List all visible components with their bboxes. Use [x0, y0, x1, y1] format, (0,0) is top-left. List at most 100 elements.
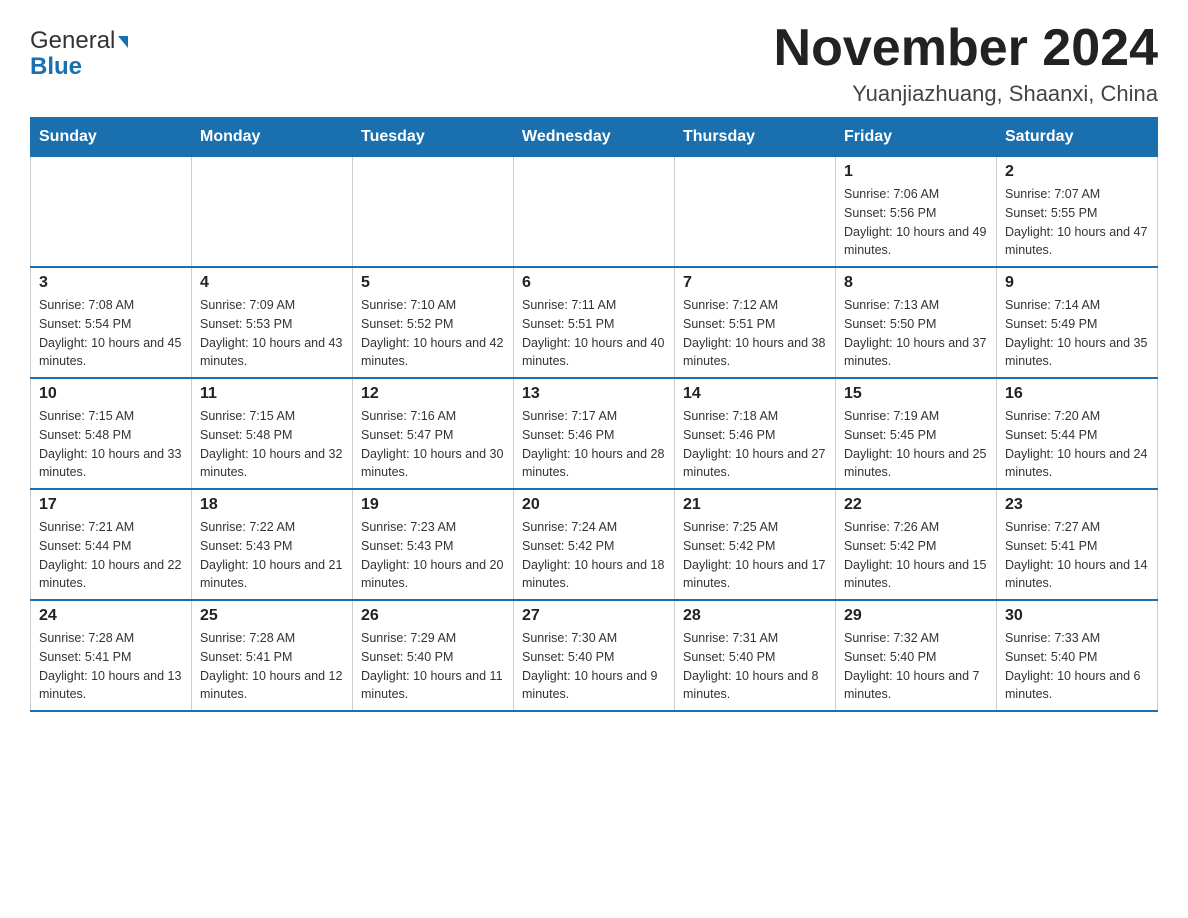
table-cell: 13 Sunrise: 7:17 AMSunset: 5:46 PMDayligh… — [514, 378, 675, 489]
table-cell: 3 Sunrise: 7:08 AMSunset: 5:54 PMDaylight… — [31, 267, 192, 378]
day-number: 14 — [683, 385, 827, 403]
header-saturday: Saturday — [997, 118, 1158, 157]
day-info: Sunrise: 7:18 AMSunset: 5:46 PMDaylight:… — [683, 407, 827, 482]
logo: General Blue — [30, 28, 128, 81]
day-info: Sunrise: 7:14 AMSunset: 5:49 PMDaylight:… — [1005, 296, 1149, 371]
week-row-3: 10 Sunrise: 7:15 AMSunset: 5:48 PMDayligh… — [31, 378, 1158, 489]
day-number: 10 — [39, 385, 183, 403]
table-cell: 26 Sunrise: 7:29 AMSunset: 5:40 PMDayligh… — [353, 600, 514, 711]
day-info: Sunrise: 7:28 AMSunset: 5:41 PMDaylight:… — [39, 629, 183, 704]
table-cell: 6 Sunrise: 7:11 AMSunset: 5:51 PMDaylight… — [514, 267, 675, 378]
title-area: November 2024 Yuanjiazhuang, Shaanxi, Ch… — [774, 20, 1158, 107]
day-number: 22 — [844, 496, 988, 514]
day-info: Sunrise: 7:09 AMSunset: 5:53 PMDaylight:… — [200, 296, 344, 371]
day-info: Sunrise: 7:21 AMSunset: 5:44 PMDaylight:… — [39, 518, 183, 593]
table-cell: 21 Sunrise: 7:25 AMSunset: 5:42 PMDayligh… — [675, 489, 836, 600]
table-cell: 16 Sunrise: 7:20 AMSunset: 5:44 PMDayligh… — [997, 378, 1158, 489]
header-tuesday: Tuesday — [353, 118, 514, 157]
weekday-header-row: Sunday Monday Tuesday Wednesday Thursday… — [31, 118, 1158, 157]
table-cell: 4 Sunrise: 7:09 AMSunset: 5:53 PMDaylight… — [192, 267, 353, 378]
day-info: Sunrise: 7:15 AMSunset: 5:48 PMDaylight:… — [200, 407, 344, 482]
day-info: Sunrise: 7:24 AMSunset: 5:42 PMDaylight:… — [522, 518, 666, 593]
day-number: 29 — [844, 607, 988, 625]
day-info: Sunrise: 7:17 AMSunset: 5:46 PMDaylight:… — [522, 407, 666, 482]
table-cell: 2 Sunrise: 7:07 AMSunset: 5:55 PMDaylight… — [997, 157, 1158, 268]
table-cell: 5 Sunrise: 7:10 AMSunset: 5:52 PMDaylight… — [353, 267, 514, 378]
table-cell: 25Sunrise: 7:28 AMSunset: 5:41 PMDayligh… — [192, 600, 353, 711]
day-info: Sunrise: 7:29 AMSunset: 5:40 PMDaylight:… — [361, 629, 505, 704]
day-number: 13 — [522, 385, 666, 403]
day-number: 9 — [1005, 274, 1149, 292]
day-number: 18 — [200, 496, 344, 514]
day-number: 3 — [39, 274, 183, 292]
table-cell: 12Sunrise: 7:16 AMSunset: 5:47 PMDayligh… — [353, 378, 514, 489]
day-number: 5 — [361, 274, 505, 292]
day-info: Sunrise: 7:27 AMSunset: 5:41 PMDaylight:… — [1005, 518, 1149, 593]
table-cell: 15 Sunrise: 7:19 AMSunset: 5:45 PMDayligh… — [836, 378, 997, 489]
day-number: 19 — [361, 496, 505, 514]
day-info: Sunrise: 7:13 AMSunset: 5:50 PMDaylight:… — [844, 296, 988, 371]
table-cell: 22 Sunrise: 7:26 AMSunset: 5:42 PMDayligh… — [836, 489, 997, 600]
table-cell: 10Sunrise: 7:15 AMSunset: 5:48 PMDayligh… — [31, 378, 192, 489]
day-number: 6 — [522, 274, 666, 292]
week-row-1: 1Sunrise: 7:06 AMSunset: 5:56 PMDaylight… — [31, 157, 1158, 268]
day-number: 11 — [200, 385, 344, 403]
table-cell: 8Sunrise: 7:13 AMSunset: 5:50 PMDaylight… — [836, 267, 997, 378]
table-cell — [514, 157, 675, 268]
table-cell: 30Sunrise: 7:33 AMSunset: 5:40 PMDayligh… — [997, 600, 1158, 711]
day-number: 30 — [1005, 607, 1149, 625]
day-number: 27 — [522, 607, 666, 625]
day-info: Sunrise: 7:11 AMSunset: 5:51 PMDaylight:… — [522, 296, 666, 371]
day-number: 2 — [1005, 163, 1149, 181]
day-info: Sunrise: 7:22 AMSunset: 5:43 PMDaylight:… — [200, 518, 344, 593]
day-number: 4 — [200, 274, 344, 292]
day-number: 17 — [39, 496, 183, 514]
day-number: 24 — [39, 607, 183, 625]
day-info: Sunrise: 7:20 AMSunset: 5:44 PMDaylight:… — [1005, 407, 1149, 482]
page-header: General Blue November 2024 Yuanjiazhuang… — [30, 20, 1158, 107]
day-number: 21 — [683, 496, 827, 514]
day-info: Sunrise: 7:32 AMSunset: 5:40 PMDaylight:… — [844, 629, 988, 704]
logo-blue-text: Blue — [30, 53, 82, 80]
header-sunday: Sunday — [31, 118, 192, 157]
table-cell: 1Sunrise: 7:06 AMSunset: 5:56 PMDaylight… — [836, 157, 997, 268]
month-title: November 2024 — [774, 20, 1158, 77]
logo-triangle-icon — [118, 36, 128, 48]
table-cell — [31, 157, 192, 268]
day-info: Sunrise: 7:12 AMSunset: 5:51 PMDaylight:… — [683, 296, 827, 371]
calendar-table: Sunday Monday Tuesday Wednesday Thursday… — [30, 117, 1158, 712]
table-cell: 11 Sunrise: 7:15 AMSunset: 5:48 PMDayligh… — [192, 378, 353, 489]
header-wednesday: Wednesday — [514, 118, 675, 157]
header-thursday: Thursday — [675, 118, 836, 157]
week-row-5: 24 Sunrise: 7:28 AMSunset: 5:41 PMDayligh… — [31, 600, 1158, 711]
table-cell: 29 Sunrise: 7:32 AMSunset: 5:40 PMDayligh… — [836, 600, 997, 711]
table-cell — [353, 157, 514, 268]
header-monday: Monday — [192, 118, 353, 157]
table-cell: 19 Sunrise: 7:23 AMSunset: 5:43 PMDayligh… — [353, 489, 514, 600]
table-cell: 20Sunrise: 7:24 AMSunset: 5:42 PMDayligh… — [514, 489, 675, 600]
week-row-2: 3 Sunrise: 7:08 AMSunset: 5:54 PMDaylight… — [31, 267, 1158, 378]
week-row-4: 17 Sunrise: 7:21 AMSunset: 5:44 PMDayligh… — [31, 489, 1158, 600]
day-number: 16 — [1005, 385, 1149, 403]
day-info: Sunrise: 7:07 AMSunset: 5:55 PMDaylight:… — [1005, 185, 1149, 260]
day-info: Sunrise: 7:10 AMSunset: 5:52 PMDaylight:… — [361, 296, 505, 371]
table-cell: 9 Sunrise: 7:14 AMSunset: 5:49 PMDaylight… — [997, 267, 1158, 378]
table-cell: 14 Sunrise: 7:18 AMSunset: 5:46 PMDayligh… — [675, 378, 836, 489]
day-info: Sunrise: 7:25 AMSunset: 5:42 PMDaylight:… — [683, 518, 827, 593]
table-cell — [192, 157, 353, 268]
day-info: Sunrise: 7:23 AMSunset: 5:43 PMDaylight:… — [361, 518, 505, 593]
day-info: Sunrise: 7:28 AMSunset: 5:41 PMDaylight:… — [200, 629, 344, 704]
day-number: 15 — [844, 385, 988, 403]
day-info: Sunrise: 7:30 AMSunset: 5:40 PMDaylight:… — [522, 629, 666, 704]
day-info: Sunrise: 7:08 AMSunset: 5:54 PMDaylight:… — [39, 296, 183, 371]
table-cell: 18 Sunrise: 7:22 AMSunset: 5:43 PMDayligh… — [192, 489, 353, 600]
day-number: 26 — [361, 607, 505, 625]
day-info: Sunrise: 7:19 AMSunset: 5:45 PMDaylight:… — [844, 407, 988, 482]
day-number: 1 — [844, 163, 988, 181]
location-title: Yuanjiazhuang, Shaanxi, China — [774, 81, 1158, 107]
day-info: Sunrise: 7:31 AMSunset: 5:40 PMDaylight:… — [683, 629, 827, 704]
day-info: Sunrise: 7:26 AMSunset: 5:42 PMDaylight:… — [844, 518, 988, 593]
logo-general-text: General — [30, 27, 115, 54]
table-cell: 7 Sunrise: 7:12 AMSunset: 5:51 PMDaylight… — [675, 267, 836, 378]
day-number: 7 — [683, 274, 827, 292]
